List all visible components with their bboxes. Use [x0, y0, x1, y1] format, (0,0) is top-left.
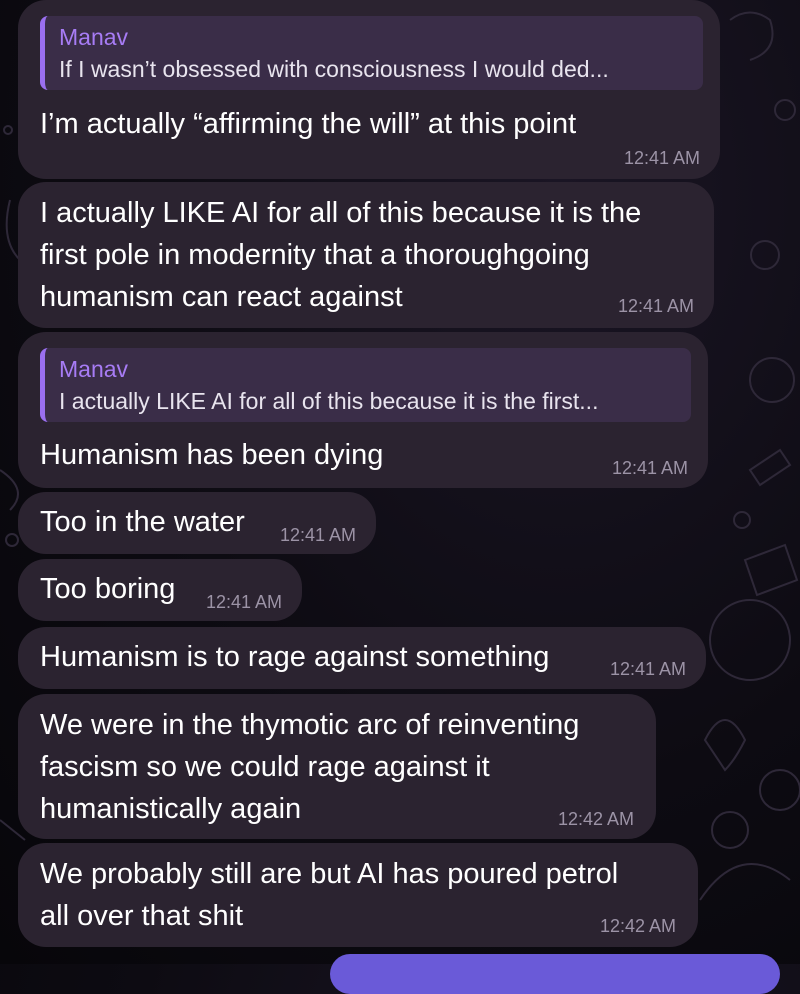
message-timestamp: 12:41 AM: [617, 296, 694, 316]
message-bubble[interactable]: Manav If I wasn’t obsessed with consciou…: [18, 0, 720, 179]
message-text: Too boring: [40, 573, 176, 605]
message-timestamp: 12:42 AM: [599, 916, 676, 936]
reply-sender-name: Manav: [59, 356, 129, 382]
message-bubble[interactable]: Too boring 12:41 AM: [18, 559, 302, 621]
reply-quote-text: If I wasn’t obsessed with consciousness …: [59, 56, 609, 82]
message-timestamp: 12:41 AM: [279, 525, 356, 545]
message-text: Too in the water: [40, 506, 245, 538]
message-bubble[interactable]: Humanism is to rage against something 12…: [18, 627, 706, 689]
message-text: We probably still are but AI has poured …: [40, 858, 619, 932]
message-text: We were in the thymotic arc of reinventi…: [40, 709, 580, 825]
message-timestamp: 12:42 AM: [557, 809, 634, 829]
message-bubble[interactable]: We probably still are but AI has poured …: [18, 843, 698, 947]
message-text: Humanism has been dying: [40, 439, 384, 471]
message-text: Humanism is to rage against something: [40, 641, 550, 673]
message-timestamp: 12:41 AM: [623, 148, 700, 168]
message-text: I’m actually “affirming the will” at thi…: [40, 108, 577, 140]
message-bubble[interactable]: I actually LIKE AI for all of this becau…: [18, 182, 714, 328]
message-bubble[interactable]: We were in the thymotic arc of reinventi…: [18, 694, 656, 839]
message-bubble[interactable]: Too in the water 12:41 AM: [18, 492, 376, 554]
message-timestamp: 12:41 AM: [205, 592, 282, 612]
message-text: I actually LIKE AI for all of this becau…: [40, 197, 642, 313]
message-timestamp: 12:41 AM: [609, 659, 686, 679]
message-bubble[interactable]: Manav I actually LIKE AI for all of this…: [18, 332, 708, 488]
reply-sender-name: Manav: [59, 24, 129, 50]
reply-preview[interactable]: Manav I actually LIKE AI for all of this…: [40, 348, 691, 422]
message-timestamp: 12:41 AM: [611, 458, 688, 478]
reply-preview[interactable]: Manav If I wasn’t obsessed with consciou…: [40, 16, 703, 90]
reply-quote-text: I actually LIKE AI for all of this becau…: [59, 388, 599, 414]
outgoing-message-bubble-edge[interactable]: [330, 954, 780, 994]
